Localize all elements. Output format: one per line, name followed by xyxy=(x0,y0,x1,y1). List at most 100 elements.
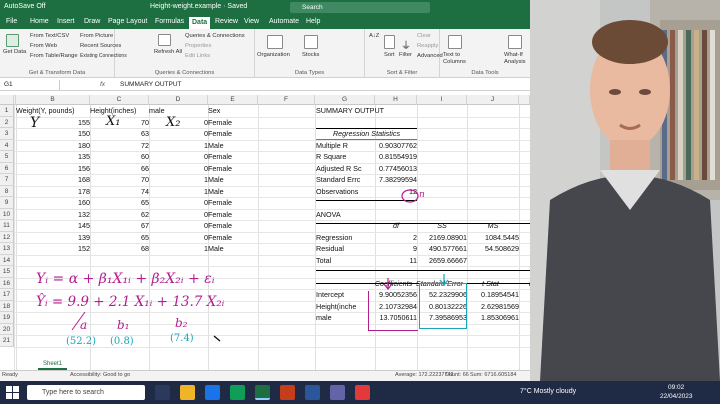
row-header[interactable]: 2 xyxy=(0,116,14,128)
data-cell[interactable]: 65 xyxy=(90,197,149,209)
data-cell[interactable]: 68 xyxy=(90,243,149,255)
data-cell[interactable]: 160 xyxy=(16,197,90,209)
data-cell[interactable]: 60 xyxy=(90,151,149,163)
data-cell[interactable]: Female xyxy=(208,232,258,244)
refresh-icon[interactable] xyxy=(158,34,171,46)
teams-icon[interactable] xyxy=(330,385,345,400)
row-header[interactable]: 19 xyxy=(0,312,14,324)
row-header[interactable]: 21 xyxy=(0,335,14,347)
menu-data[interactable]: Data xyxy=(189,17,211,29)
sheet-tab[interactable]: Sheet1 xyxy=(38,360,68,370)
anova-value[interactable]: 2659.66667 xyxy=(417,255,467,267)
data-cell[interactable]: 67 xyxy=(90,220,149,232)
row-header[interactable]: 4 xyxy=(0,139,14,151)
data-cell[interactable]: 0 xyxy=(149,209,208,221)
anova-value[interactable] xyxy=(467,255,519,267)
weather-widget[interactable]: 7°C Mostly cloudy xyxy=(520,388,576,395)
queries-connections-button[interactable]: Queries & Connections xyxy=(185,33,245,39)
file-explorer-icon[interactable] xyxy=(180,385,195,400)
column-header-j[interactable]: J xyxy=(467,95,519,105)
data-cell[interactable]: 1 xyxy=(149,140,208,152)
reg-stat-label[interactable]: Multiple R xyxy=(316,140,375,152)
column-header-d[interactable]: D xyxy=(149,95,208,105)
reg-stat-value[interactable]: 0.81554919 xyxy=(375,151,417,163)
data-cell[interactable]: 74 xyxy=(90,186,149,198)
data-cell[interactable]: 152 xyxy=(16,243,90,255)
recorder-icon[interactable] xyxy=(355,385,370,400)
properties-button[interactable]: Properties xyxy=(185,43,211,49)
column-header-e[interactable]: E xyxy=(208,95,258,105)
fx-icon[interactable]: fx xyxy=(100,80,105,90)
coef-header[interactable]: P-value xyxy=(514,278,530,290)
menu-automate[interactable]: Automate xyxy=(269,18,299,25)
from-web-button[interactable]: From Web xyxy=(30,43,57,49)
menu-page-layout[interactable]: Page Layout xyxy=(108,18,147,25)
coef-value[interactable]: 2.62981569 xyxy=(467,301,519,313)
coef-label[interactable]: male xyxy=(316,312,370,324)
anova-header[interactable]: F xyxy=(519,220,530,232)
anova-value[interactable]: 2 xyxy=(375,232,417,244)
text-to-columns-icon[interactable] xyxy=(448,35,462,49)
data-cell[interactable]: 65 xyxy=(90,232,149,244)
advanced-button[interactable]: Advanced xyxy=(417,53,443,59)
reg-stat-label[interactable]: R Square xyxy=(316,151,375,163)
row-header[interactable]: 8 xyxy=(0,185,14,197)
anova-value[interactable]: 9 xyxy=(375,243,417,255)
row-header[interactable]: 16 xyxy=(0,277,14,289)
clock-date[interactable]: 22/04/2023 xyxy=(660,393,693,400)
taskbar-search-input[interactable]: Type here to search xyxy=(27,385,145,400)
data-cell[interactable]: 180 xyxy=(16,140,90,152)
funnel-icon[interactable]: ⏚ xyxy=(401,37,411,52)
coef-value[interactable]: 0.18954541 xyxy=(467,289,519,301)
edge-icon[interactable] xyxy=(205,385,220,400)
column-header-f[interactable]: F xyxy=(258,95,315,105)
edit-links-button[interactable]: Edit Links xyxy=(185,53,210,59)
anova-value[interactable] xyxy=(519,243,530,255)
data-cell[interactable]: 0 xyxy=(149,151,208,163)
chrome-icon[interactable] xyxy=(230,385,245,400)
data-cell[interactable]: Female xyxy=(208,151,258,163)
autosave-toggle[interactable]: AutoSave Off xyxy=(4,3,46,10)
word-icon[interactable] xyxy=(305,385,320,400)
column-header-c[interactable]: C xyxy=(90,95,149,105)
anova-value[interactable]: 1084.5445 xyxy=(467,232,519,244)
data-cell[interactable]: 178 xyxy=(16,186,90,198)
row-header[interactable]: 5 xyxy=(0,151,14,163)
stocks-button[interactable]: Stocks xyxy=(302,52,319,58)
row-header[interactable]: 11 xyxy=(0,220,14,232)
header-sex[interactable]: Sex xyxy=(208,105,258,117)
data-cell[interactable]: 139 xyxy=(16,232,90,244)
menu-file[interactable]: File xyxy=(6,18,17,25)
column-header-h[interactable]: H xyxy=(375,95,417,105)
reg-stat-value[interactable]: 7.38299594 xyxy=(375,174,417,186)
data-cell[interactable]: 0 xyxy=(149,220,208,232)
row-header[interactable]: 20 xyxy=(0,323,14,335)
powerpoint-icon[interactable] xyxy=(280,385,295,400)
organization-icon[interactable] xyxy=(267,35,283,49)
data-cell[interactable]: 1 xyxy=(149,243,208,255)
data-cell[interactable]: 72 xyxy=(90,140,149,152)
data-cell[interactable]: 62 xyxy=(90,209,149,221)
anova-label[interactable]: Residual xyxy=(316,243,375,255)
excel-taskbar-icon[interactable] xyxy=(255,385,270,400)
row-header[interactable]: 9 xyxy=(0,197,14,209)
data-cell[interactable]: Male xyxy=(208,243,258,255)
get-data-button[interactable]: Get Data xyxy=(3,49,26,55)
anova-value[interactable]: 2169.08901 xyxy=(417,232,467,244)
data-cell[interactable]: 63 xyxy=(90,128,149,140)
data-cell[interactable]: Female xyxy=(208,209,258,221)
header-weight[interactable]: Weight(Y, pounds) xyxy=(16,105,90,117)
formula-input[interactable]: SUMMARY OUTPUT xyxy=(120,80,182,90)
data-cell[interactable]: 132 xyxy=(16,209,90,221)
sort-az-icon[interactable]: A↓Z xyxy=(369,33,379,39)
from-table-button[interactable]: From Table/Range xyxy=(30,53,78,59)
data-cell[interactable]: 168 xyxy=(16,174,90,186)
data-cell[interactable]: 66 xyxy=(90,163,149,175)
menu-home[interactable]: Home xyxy=(30,18,49,25)
reapply-button[interactable]: Reapply xyxy=(417,43,438,49)
row-header[interactable]: 1 xyxy=(0,105,14,117)
sort-icon[interactable] xyxy=(384,35,395,49)
data-cell[interactable]: Female xyxy=(208,220,258,232)
row-header[interactable]: 18 xyxy=(0,300,14,312)
from-picture-button[interactable]: From Picture xyxy=(80,33,113,39)
